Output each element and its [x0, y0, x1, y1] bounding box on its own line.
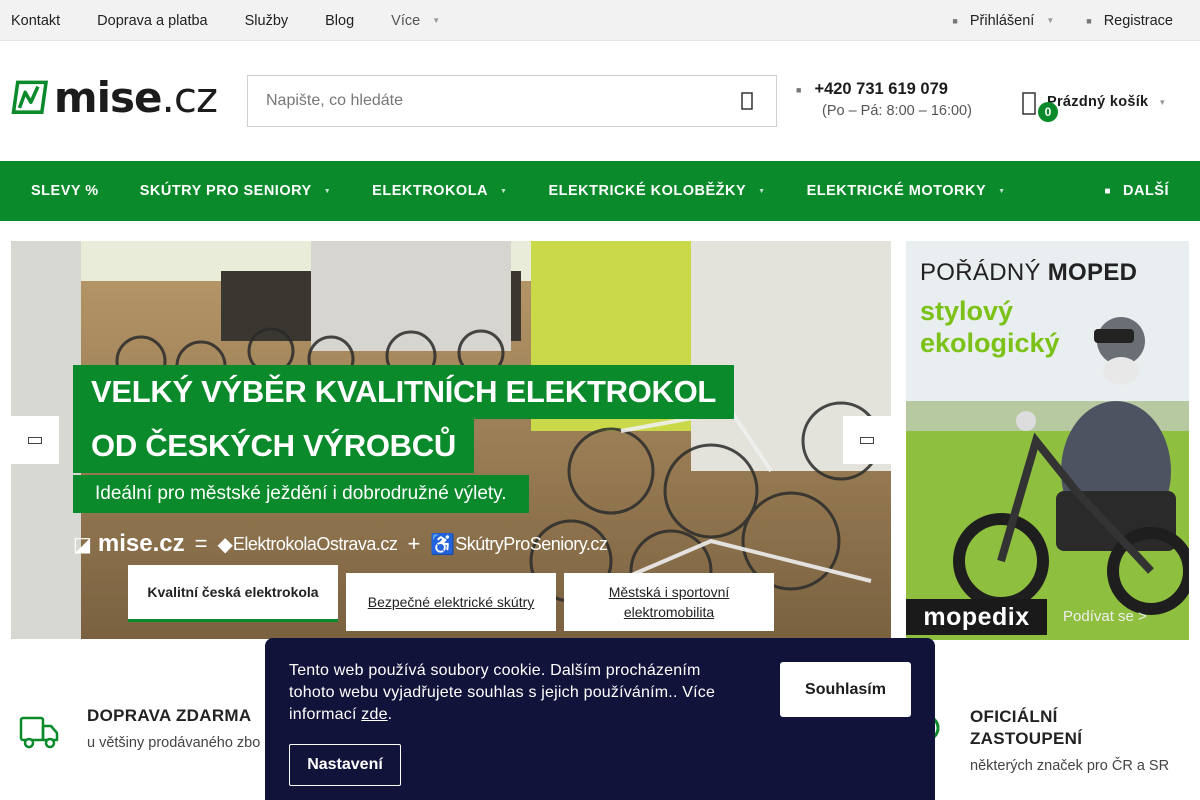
- search-icon[interactable]: [740, 92, 754, 110]
- side-banner-tagline: stylový ekologický: [920, 295, 1060, 359]
- mopedix-logo: mopedix: [906, 599, 1047, 635]
- top-link-more[interactable]: Více ▼: [391, 13, 440, 29]
- slider-tab-elektrokola[interactable]: Kvalitní česká elektrokola: [128, 565, 338, 622]
- cookie-message: Tento web používá soubory cookie. Dalším…: [289, 660, 749, 726]
- top-link-kontakt[interactable]: Kontakt: [11, 13, 60, 29]
- top-link-blog[interactable]: Blog: [325, 13, 354, 29]
- logo-text: mise.cz: [54, 77, 218, 119]
- cookie-more-link[interactable]: zde: [361, 706, 387, 723]
- menu-icon: ■: [1104, 185, 1111, 197]
- chevron-down-icon: ▼: [1158, 97, 1167, 107]
- cookie-suffix: .: [387, 706, 393, 723]
- nav-item-label: SLEVY %: [31, 183, 99, 199]
- top-link-sluzby[interactable]: Služby: [245, 13, 289, 29]
- slider-next-button[interactable]: [843, 416, 891, 464]
- top-links: Kontakt Doprava a platba Služby Blog Víc…: [11, 0, 477, 41]
- logo-tld: .cz: [161, 73, 218, 122]
- nav-item-skutry[interactable]: SKÚTRY PRO SENIORY ▼: [140, 183, 331, 199]
- cookie-agree-button[interactable]: Souhlasím: [780, 662, 911, 717]
- nav-item-elektrokola[interactable]: ELEKTROKOLA ▼: [372, 183, 507, 199]
- cookie-text: Tento web používá soubory cookie. Dalším…: [289, 662, 716, 723]
- chevron-down-icon: ▼: [998, 187, 1006, 195]
- main-navigation: SLEVY % SKÚTRY PRO SENIORY ▼ ELEKTROKOLA ▼…: [0, 161, 1200, 221]
- logo-name: mise: [53, 73, 163, 122]
- brand-mise: mise.cz: [97, 530, 185, 557]
- cookie-settings-button[interactable]: Nastavení: [289, 744, 401, 786]
- nav-items: SLEVY % SKÚTRY PRO SENIORY ▼ ELEKTROKOLA ▼…: [31, 161, 1047, 221]
- headline-normal: POŘÁDNÝ: [920, 259, 1041, 286]
- slider-tab-elektromobilita[interactable]: Městská i sportovní elektromobilita: [564, 573, 774, 631]
- hero-subline: Ideální pro městské ježdění i dobrodružn…: [73, 475, 529, 513]
- cookie-consent-bar: Tento web používá soubory cookie. Dalším…: [265, 638, 935, 800]
- top-bar: Kontakt Doprava a platba Služby Blog Víc…: [0, 0, 1200, 41]
- hero-brand-strip: ◪ mise.cz = ◆ ElektrokolaOstrava.cz + ♿ …: [73, 529, 608, 559]
- search-input[interactable]: [248, 76, 718, 126]
- register-icon: ■: [1086, 15, 1092, 26]
- user-links: ■ Přihlášení ▼ ■ Registrace: [952, 0, 1173, 41]
- slider-tab-skutry[interactable]: Bezpečné elektrické skútry: [346, 573, 556, 631]
- logo-icon: [11, 80, 48, 114]
- nav-item-label: ELEKTRICKÉ MOTORKY: [806, 183, 987, 199]
- brand-skutry-pro-seniory: SkútryProSeniory.cz: [455, 533, 608, 554]
- chevron-down-icon: ▼: [432, 16, 441, 25]
- chevron-down-icon[interactable]: ▼: [1046, 16, 1054, 25]
- brand-plus: +: [407, 531, 421, 556]
- nav-item-slevy[interactable]: SLEVY %: [31, 183, 99, 199]
- benefit-official-representation: OFICIÁLNÍ ZASTOUPENÍ některých značek pr…: [970, 706, 1170, 775]
- chevron-down-icon: ▼: [758, 187, 766, 195]
- phone-number[interactable]: ■ +420 731 619 079: [796, 80, 972, 99]
- benefit-title: OFICIÁLNÍ ZASTOUPENÍ: [970, 707, 1083, 748]
- side-banner-cta[interactable]: Podívat se >: [1063, 608, 1147, 625]
- chevron-down-icon: ▼: [323, 187, 332, 195]
- cart-bag-icon: [1022, 92, 1036, 115]
- scooter-logo-icon: ♿: [430, 533, 456, 556]
- hero-headline-2: OD ČESKÝCH VÝROBCŮ: [73, 419, 474, 473]
- search-box: [247, 75, 777, 127]
- nav-more-label: DALŠÍ: [1123, 183, 1169, 199]
- truck-icon: [19, 716, 59, 749]
- phone-text: +420 731 619 079: [814, 80, 948, 98]
- nav-item-kolobezky[interactable]: ELEKTRICKÉ KOLOBĚŽKY ▼: [548, 183, 765, 199]
- mise-logo-icon: ◪: [73, 533, 92, 556]
- login-link[interactable]: Přihlášení: [970, 13, 1034, 29]
- nav-item-label: SKÚTRY PRO SENIORY: [139, 183, 312, 199]
- brand-elektrokola-ostrava: ElektrokolaOstrava.cz: [232, 533, 398, 554]
- benefit-text: některých značek pro ČR a SR: [970, 758, 1170, 774]
- slider-prev-button[interactable]: [11, 416, 59, 464]
- benefit-text: u většiny prodávaného zbo: [87, 735, 261, 751]
- top-link-doprava[interactable]: Doprava a platba: [97, 13, 207, 29]
- brand-equals: =: [194, 531, 208, 556]
- side-banner-headline: POŘÁDNÝ MOPED: [920, 259, 1137, 287]
- arrow-left-icon: [28, 436, 42, 444]
- cart-label: Prázdný košík: [1047, 94, 1149, 110]
- tagline-2: ekologický: [920, 328, 1060, 358]
- phone-icon: ■: [796, 84, 802, 95]
- cart-count-badge: 0: [1038, 102, 1058, 122]
- arrow-right-icon: [860, 436, 874, 444]
- nav-more-button[interactable]: ■ DALŠÍ: [1104, 161, 1169, 221]
- register-link[interactable]: Registrace: [1104, 13, 1173, 29]
- hero-headline-1: VELKÝ VÝBĚR KVALITNÍCH ELEKTROKOL: [73, 365, 735, 419]
- site-logo[interactable]: mise.cz: [11, 72, 218, 124]
- side-banner-mopedix[interactable]: POŘÁDNÝ MOPED stylový ekologický mopedix…: [906, 241, 1189, 640]
- benefit-title: DOPRAVA ZDARMA: [87, 706, 252, 725]
- chevron-down-icon: ▼: [500, 187, 508, 195]
- more-label: Více: [391, 12, 421, 29]
- cart-button[interactable]: 0 Prázdný košík ▼: [1022, 88, 1167, 122]
- user-icon: ■: [952, 15, 958, 26]
- tagline-1: stylový: [920, 296, 1014, 326]
- opening-hours: (Po – Pá: 8:00 – 16:00): [822, 103, 972, 119]
- nav-item-label: ELEKTRICKÉ KOLOBĚŽKY: [548, 183, 747, 199]
- contact-phone: ■ +420 731 619 079 (Po – Pá: 8:00 – 16:0…: [796, 80, 972, 119]
- drop-logo-icon: ◆: [217, 533, 233, 556]
- nav-item-motorky[interactable]: ELEKTRICKÉ MOTORKY ▼: [807, 183, 1006, 199]
- nav-item-label: ELEKTROKOLA: [372, 183, 489, 199]
- headline-bold: MOPED: [1047, 259, 1138, 286]
